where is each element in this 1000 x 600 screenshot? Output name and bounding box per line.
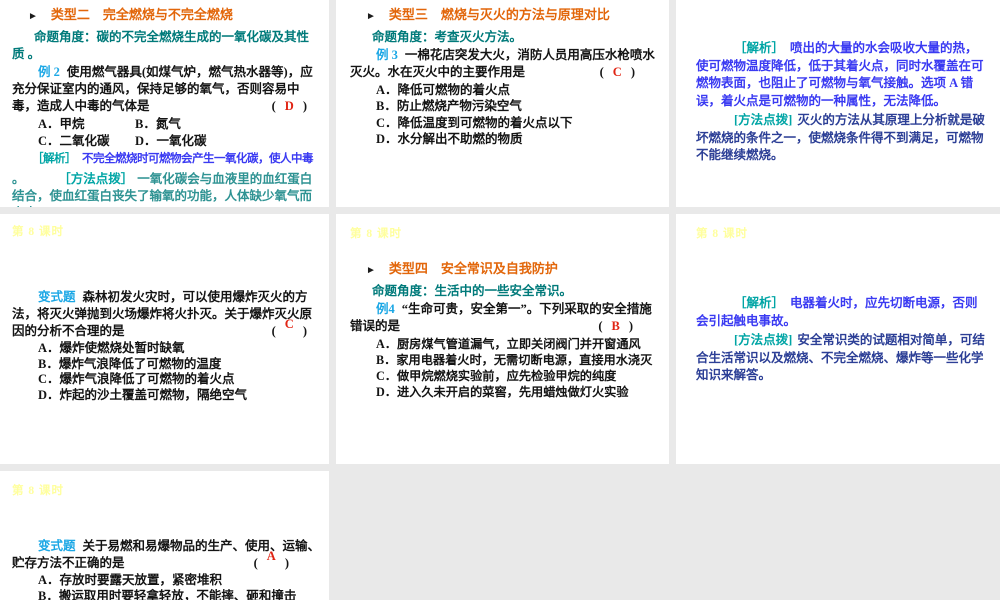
analysis-label: ［解析］ (734, 296, 785, 310)
answer-letter: C (284, 317, 294, 331)
answer-letter: C (612, 64, 622, 79)
bullet-arrow-icon: ► (366, 265, 376, 276)
analysis-label: ［解析］ (734, 41, 785, 55)
method-tip-text: 。 ［方法点拨］ 一氧化碳会与血液里的血红蛋白结合，使血红蛋白丧失了输氧的功能，人体… (12, 171, 321, 208)
tip-prefix: 。 (12, 171, 25, 186)
paren-close: ) (302, 98, 307, 113)
question-text: 例4 “生命可贵，安全第一”。下列采取的安全措施错误的是(B) (350, 301, 659, 335)
answer-mark: ( C) (271, 317, 307, 340)
options-list: A．存放时要露天放置，紧密堆积 B．搬运取用时要轻拿轻放，不能摔、砸和撞击 C．… (38, 573, 321, 600)
paren-open: ( (253, 556, 258, 570)
options-list: A．甲烷 B．氮气 C．二氧化碳 D．一氧化碳 (38, 116, 321, 150)
paren-open: ( (271, 98, 276, 113)
paren-close: ) (284, 556, 289, 570)
option-a: A．存放时要露天放置，紧密堆积 (38, 573, 223, 587)
bullet-arrow-icon: ► (28, 11, 38, 22)
method-tip-text: [方法点拨] 安全常识类的试题相对简单，可结合生活常识以及燃烧、不完全燃烧、爆炸等… (696, 332, 990, 385)
paren-open: ( (599, 64, 604, 79)
slide-variant-explosion-extinguish[interactable]: 第 8 课时 变式题 森林初发火灾时，可以使用爆炸灭火的方法，将灭火弹抛到火场爆炸… (0, 214, 329, 464)
topic-angle: 命题角度：考查灭火方法。 (372, 29, 523, 44)
slide-type2-combustion[interactable]: ► 类型二 完全燃烧与不完全燃烧 命题角度：碳的不完全燃烧生成的一氧化碳及其性质 … (0, 0, 329, 207)
option-a: A．降低可燃物的着火点 (376, 82, 511, 97)
option-d: D．水分解出不助燃的物质 (376, 132, 523, 146)
paren-open: ( (598, 318, 603, 333)
analysis-text: ［解析］ 不完全燃烧时可燃物会产生一氧化碳，使人中毒 (12, 151, 321, 168)
answer-letter: D (284, 98, 294, 113)
tip-label: [方法点拨] (734, 333, 793, 347)
option-a: A．爆炸使燃烧处暂时缺氧 (38, 341, 185, 355)
option-c: C．爆炸气浪降低了可燃物的着火点 (38, 372, 235, 386)
lesson-badge: 第 8 课时 (696, 228, 748, 240)
tip-label: [方法点拨] (734, 113, 793, 127)
option-a: A．甲烷 (38, 116, 85, 131)
lesson-badge: 第 8 课时 (12, 226, 64, 238)
answer-mark: ( A) (253, 549, 289, 572)
slide-type-title: ► 类型三 燃烧与灭火的方法与原理对比 (350, 7, 612, 25)
options-list: A．爆炸使燃烧处暂时缺氧 B．爆炸气浪降低了可燃物的温度 C．爆炸气浪降低了可燃… (38, 341, 321, 403)
tip-body: 一氧化碳会与血液里的血红蛋白结合，使血红蛋白丧失了输氧的功能，人体缺少氧气而中毒… (12, 171, 313, 208)
method-tip-text: [方法点拨] 灭火的方法从其原理上分析就是破坏燃烧的条件之一，使燃烧条件得不到满足… (696, 112, 990, 165)
example-label: 例 2 (38, 64, 60, 79)
slide-analysis-safety[interactable]: 第 8 课时 ［解析］ 电器着火时，应先切断电源，否则会引起触电事故。 [方法点拨… (676, 214, 1000, 464)
answer-mark: ( B) (598, 318, 633, 335)
paren-close: ) (630, 64, 635, 79)
title-text: 类型二 完全燃烧与不完全燃烧 (50, 7, 233, 22)
answer-letter: A (266, 549, 276, 563)
variant-label: 变式题 (38, 539, 76, 553)
option-b: B．爆炸气浪降低了可燃物的温度 (38, 356, 222, 371)
option-b: B．搬运取用时要轻拿轻放，不能摔、砸和撞击 (38, 588, 297, 600)
options-list: A．降低可燃物的着火点 B．防止燃烧产物污染空气 C．降低温度到可燃物的着火点以… (376, 82, 659, 148)
topic-angle: 命题角度：生活中的一些安全常识。 (372, 283, 573, 298)
analysis-label: ［解析］ (32, 152, 77, 165)
variant-label: 变式题 (38, 290, 76, 304)
options-list: A．厨房煤气管道漏气，立即关闭阀门并开窗通风 B．家用电器着火时，无需切断电源，… (376, 336, 659, 400)
question-text: 例 3 一棉花店突发大火，消防人员用高压水枪喷水灭火。水在灭火中的主要作用是(C) (350, 47, 659, 81)
analysis-body: 不完全燃烧时可燃物会产生一氧化碳，使人中毒 (82, 152, 314, 165)
lesson-badge: 第 8 课时 (350, 228, 402, 240)
option-a: A．厨房煤气管道漏气，立即关闭阀门并开窗通风 (376, 336, 641, 351)
option-b: B．防止燃烧产物污染空气 (376, 99, 522, 113)
title-text: 类型四 安全常识及自我防护 (388, 261, 558, 276)
option-d: D．进入久未开启的菜窖，先用蜡烛做灯火实验 (376, 384, 629, 399)
option-c: C．做甲烷燃烧实验前，应先检验甲烷的纯度 (376, 368, 617, 383)
title-text: 类型三 燃烧与灭火的方法与原理对比 (388, 7, 610, 22)
paren-open: ( (271, 324, 276, 338)
bullet-arrow-icon: ► (366, 11, 376, 22)
lesson-badge: 第 8 课时 (12, 485, 64, 497)
slide-type-title: ► 类型二 完全燃烧与不完全燃烧 (12, 7, 321, 25)
question-text: 变式题 森林初发火灾时，可以使用爆炸灭火的方法，将灭火弹抛到火场爆炸将火扑灭。关于… (12, 289, 321, 340)
example-label: 例 3 (376, 47, 398, 62)
slide-variant-flammable-storage[interactable]: 第 8 课时 变式题 关于易燃和易爆物品的生产、使用、运输、贮存方法不正确的是(A… (0, 471, 329, 600)
tip-label: ［方法点拨］ (64, 171, 134, 186)
slide-type4-safety[interactable]: 第 8 课时 ► 类型四 安全常识及自我防护 命题角度：生活中的一些安全常识。 例… (336, 214, 669, 464)
option-c: C．降低温度到可燃物的着火点以下 (376, 115, 573, 130)
analysis-text: ［解析］ 电器着火时，应先切断电源，否则会引起触电事故。 (696, 295, 990, 330)
slide-type3-extinguishing[interactable]: ► 类型三 燃烧与灭火的方法与原理对比 命题角度：考查灭火方法。 例 3 一棉花店突… (336, 0, 669, 207)
topic-angle: 命题角度：碳的不完全燃烧生成的一氧化碳及其性质 。 (12, 29, 310, 61)
answer-mark: ( C) (600, 64, 635, 81)
example-label: 例4 (376, 301, 395, 316)
slide-type-title: ► 类型四 安全常识及自我防护 (350, 261, 560, 279)
slide-analysis-extinguishing[interactable]: ［解析］ 喷出的大量的水会吸收大量的热，使可燃物温度降低，低于其着火点，同时水覆盖… (676, 0, 1000, 207)
paren-close: ) (628, 318, 633, 333)
option-d: D．炸起的沙土覆盖可燃物，隔绝空气 (38, 387, 248, 402)
option-b: B．氮气 (135, 116, 181, 131)
answer-letter: B (611, 318, 620, 333)
question-text: 例 2 使用燃气器具(如煤气炉，燃气热水器等)，应充分保证室内的通风，保持足够的氧… (12, 64, 321, 115)
option-d: D．一氧化碳 (135, 133, 207, 148)
question-text: 变式题 关于易燃和易爆物品的生产、使用、运输、贮存方法不正确的是(A) (12, 538, 321, 572)
paren-close: ) (302, 324, 307, 338)
option-c: C．二氧化碳 (38, 133, 110, 148)
answer-mark: ( D) (272, 98, 307, 115)
option-b: B．家用电器着火时，无需切断电源，直接用水浇灭 (376, 352, 653, 367)
analysis-text: ［解析］ 喷出的大量的水会吸收大量的热，使可燃物温度降低，低于其着火点，同时水覆盖… (696, 40, 990, 110)
